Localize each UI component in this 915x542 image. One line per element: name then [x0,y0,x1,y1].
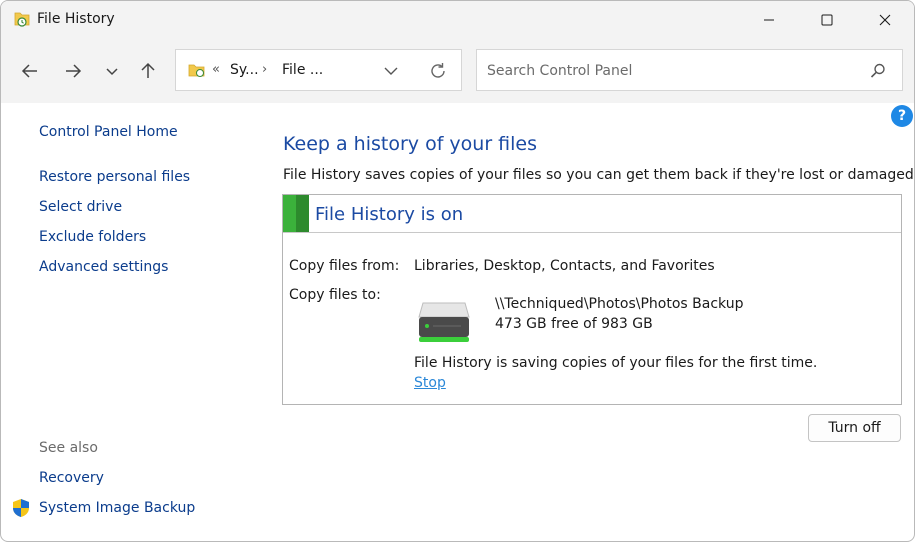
page-description: File History saves copies of your files … [283,167,915,183]
exclude-folders-link[interactable]: Exclude folders [39,229,146,245]
advanced-settings-link[interactable]: Advanced settings [39,259,168,275]
maximize-icon [821,14,833,26]
recovery-link[interactable]: Recovery [39,470,104,486]
breadcrumb-segment-system[interactable]: Sy... [230,62,259,78]
copy-from-value: Libraries, Desktop, Contacts, and Favori… [414,258,715,274]
maximize-button[interactable] [798,1,856,39]
status-on-indicator [283,195,309,232]
recent-locations-button[interactable] [98,57,126,85]
network-drive-icon [418,302,470,342]
status-title: File History is on [315,204,464,225]
minimize-button[interactable] [740,1,798,39]
file-history-window: File History « Sy... › File ... Search C… [0,0,915,542]
up-button[interactable] [134,57,162,85]
breadcrumb-overflow[interactable]: « [212,62,220,77]
turn-off-button[interactable]: Turn off [808,414,901,442]
close-button[interactable] [856,1,914,39]
arrow-up-icon [141,62,155,78]
arrow-right-icon [66,64,82,78]
drive-free-space: 473 GB free of 983 GB [495,316,653,332]
uac-shield-icon [13,499,29,517]
navigation-bar: « Sy... › File ... [1,39,914,103]
file-history-status-panel: File History is on Copy files from: Libr… [282,194,902,405]
see-also-label: See also [39,440,98,456]
title-bar: File History [1,1,914,39]
breadcrumb-segment-file-history[interactable]: File ... [282,62,323,78]
copy-to-label: Copy files to: [289,287,381,303]
refresh-icon[interactable] [428,61,448,81]
arrow-left-icon [21,64,37,78]
page-heading: Keep a history of your files [283,133,538,155]
chevron-down-icon [106,68,118,76]
back-button[interactable] [16,57,44,85]
breadcrumb-separator[interactable]: › [262,62,267,77]
search-input[interactable] [485,59,859,83]
address-bar[interactable]: « Sy... › File ... [175,49,462,91]
restore-personal-files-link[interactable]: Restore personal files [39,169,190,185]
stop-link[interactable]: Stop [414,375,446,391]
copy-from-label: Copy files from: [289,258,400,274]
address-dropdown-chevron-icon[interactable] [382,62,400,80]
window-title: File History [37,11,115,27]
saving-status-message: File History is saving copies of your fi… [414,355,818,371]
control-panel-home-link[interactable]: Control Panel Home [39,124,178,140]
select-drive-link[interactable]: Select drive [39,199,122,215]
close-icon [879,14,891,26]
search-box[interactable] [476,49,903,91]
minimize-icon [764,19,774,21]
system-image-backup-link[interactable]: System Image Backup [39,500,195,516]
file-history-app-icon [14,12,30,27]
drive-path: \\Techniqued\Photos\Photos Backup [495,296,744,312]
status-header: File History is on [283,195,901,233]
control-panel-folder-icon [188,64,205,77]
forward-button[interactable] [59,57,87,85]
help-icon[interactable]: ? [891,105,913,127]
search-icon[interactable] [869,62,887,80]
